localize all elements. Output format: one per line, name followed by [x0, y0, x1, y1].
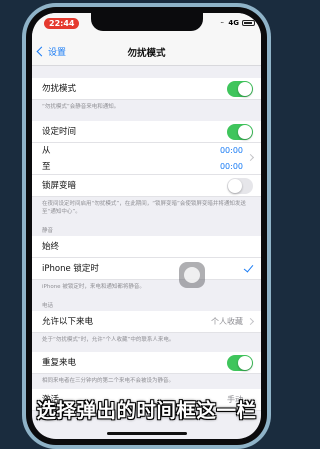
silence-always-label: 始终: [42, 242, 60, 252]
battery-icon: [242, 20, 255, 26]
dnd-label: 勿扰模式: [42, 84, 77, 94]
silence-description: iPhone 被锁定时，来电和通知都将静音。: [42, 284, 145, 290]
dim-lock-label: 锁屏变暗: [42, 181, 77, 191]
notch: [90, 13, 203, 31]
dim-lock-row: 锁屏变暗: [32, 175, 261, 197]
allow-calls-label: 允许以下来电: [42, 317, 94, 327]
network-label: 4G: [228, 19, 239, 27]
repeat-calls-row: 重复来电: [32, 352, 261, 374]
repeat-calls-description: 相同来电者在三分钟内的第二个来电不会被设为静音。: [42, 378, 175, 384]
dnd-description: “勿扰模式”会静音来电和通知。: [42, 104, 120, 110]
scheduled-label: 设定时间: [42, 127, 77, 137]
to-label: 至: [42, 162, 51, 172]
from-value: 00:00: [219, 146, 243, 155]
settings-list: 勿扰模式 “勿扰模式”会静音来电和通知。 设定时间 从 00:00 至 00:0…: [32, 66, 261, 411]
screen: 22:44 ··· 4G 设置 勿扰模式 勿扰模式 “勿扰模式”会静音来电和通知…: [32, 13, 261, 439]
page-title: 勿扰模式: [127, 48, 166, 59]
silence-locked-row[interactable]: iPhone 锁定时: [32, 258, 261, 280]
signal-icon: ···: [220, 20, 224, 27]
to-value: 00:00: [219, 162, 243, 171]
from-label: 从: [42, 146, 51, 156]
nav-bar: 设置 勿扰模式: [32, 37, 261, 66]
dim-lock-toggle[interactable]: [227, 178, 253, 194]
phone-bezel: 22:44 ··· 4G 设置 勿扰模式 勿扰模式 “勿扰模式”会静音来电和通知…: [26, 7, 267, 445]
silence-section-header: 静音: [42, 228, 54, 234]
scheduled-row: 设定时间: [32, 121, 261, 143]
allow-calls-row[interactable]: 允许以下来电 个人收藏: [32, 311, 261, 333]
home-indicator[interactable]: [106, 432, 187, 435]
phone-frame: 22:44 ··· 4G 设置 勿扰模式 勿扰模式 “勿扰模式”会静音来电和通知…: [22, 3, 271, 449]
repeat-calls-label: 重复来电: [42, 358, 77, 368]
silence-always-row[interactable]: 始终: [32, 236, 261, 258]
checkmark-icon: [243, 262, 254, 273]
phone-section-header: 电话: [42, 303, 54, 309]
dnd-toggle[interactable]: [227, 81, 253, 97]
status-time: 22:44: [44, 18, 80, 29]
repeat-calls-toggle[interactable]: [227, 355, 253, 371]
video-caption: 选择弹出的时间框这一栏: [36, 399, 257, 422]
chevron-right-icon: [246, 317, 255, 326]
allow-calls-value: 个人收藏: [211, 317, 243, 326]
allow-calls-description: 处于“勿扰模式”时，允许“个人收藏”中的联系人来电。: [42, 337, 175, 343]
scheduled-toggle[interactable]: [227, 124, 253, 140]
time-range-from[interactable]: 从 00:00: [32, 143, 261, 159]
dim-lock-description: 在夜间设定时间启用“勿扰模式”，在此期间，“锁屏变暗”会使锁屏变暗并将通知发送至…: [42, 201, 246, 215]
assistive-touch-button[interactable]: [179, 262, 205, 288]
silence-locked-label: iPhone 锁定时: [42, 264, 99, 274]
time-range-to[interactable]: 至 00:00: [32, 153, 261, 175]
dnd-row: 勿扰模式: [32, 78, 261, 100]
